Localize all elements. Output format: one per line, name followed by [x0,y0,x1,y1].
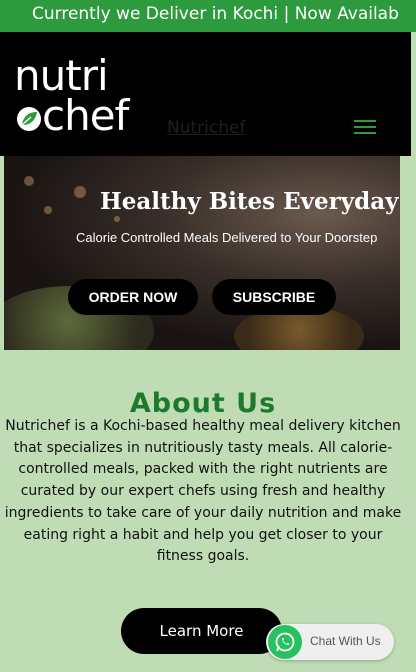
nutrichef-logo[interactable]: nutri chef [14,54,154,154]
about-us-description: Nutrichef is a Kochi-based healthy meal … [0,416,412,568]
whatsapp-icon [268,625,302,659]
about-line: curated by our expert chefs using fresh … [20,483,386,500]
about-line: that specializes in nutritiously tasty m… [13,439,393,456]
about-us-heading: About Us [129,388,277,419]
chat-with-us-button[interactable]: Chat With Us [266,624,394,660]
hero-subtitle: Calorie Controlled Meals Delivered to Yo… [76,230,378,245]
subscribe-button[interactable]: SUBSCRIBE [212,279,336,315]
about-line: ingredients to take care of your daily n… [4,504,402,521]
announcement-bar: Currently we Deliver in Kochi | Now Avai… [0,0,416,32]
site-header: nutri chef Nutrichef [0,32,411,156]
announcement-text: Currently we Deliver in Kochi | Now Avai… [32,4,399,24]
logo-text-chef: chef [42,91,129,140]
order-now-button[interactable]: ORDER NOW [68,279,198,315]
hero-title: Healthy Bites Everyday! [100,188,400,215]
hamburger-icon[interactable] [354,116,376,136]
chat-label: Chat With Us [310,634,381,648]
about-line: eating right a habit and help you get cl… [23,526,383,543]
about-line: fitness goals. [156,548,250,565]
site-title-link[interactable]: Nutrichef [167,118,245,138]
hero-banner: Healthy Bites Everyday! Calorie Controll… [4,156,400,350]
learn-more-button[interactable]: Learn More [121,608,282,654]
about-line: Nutrichef is a Kochi-based healthy meal … [5,418,401,434]
about-line: controlled meals, packed with the right … [18,461,388,478]
